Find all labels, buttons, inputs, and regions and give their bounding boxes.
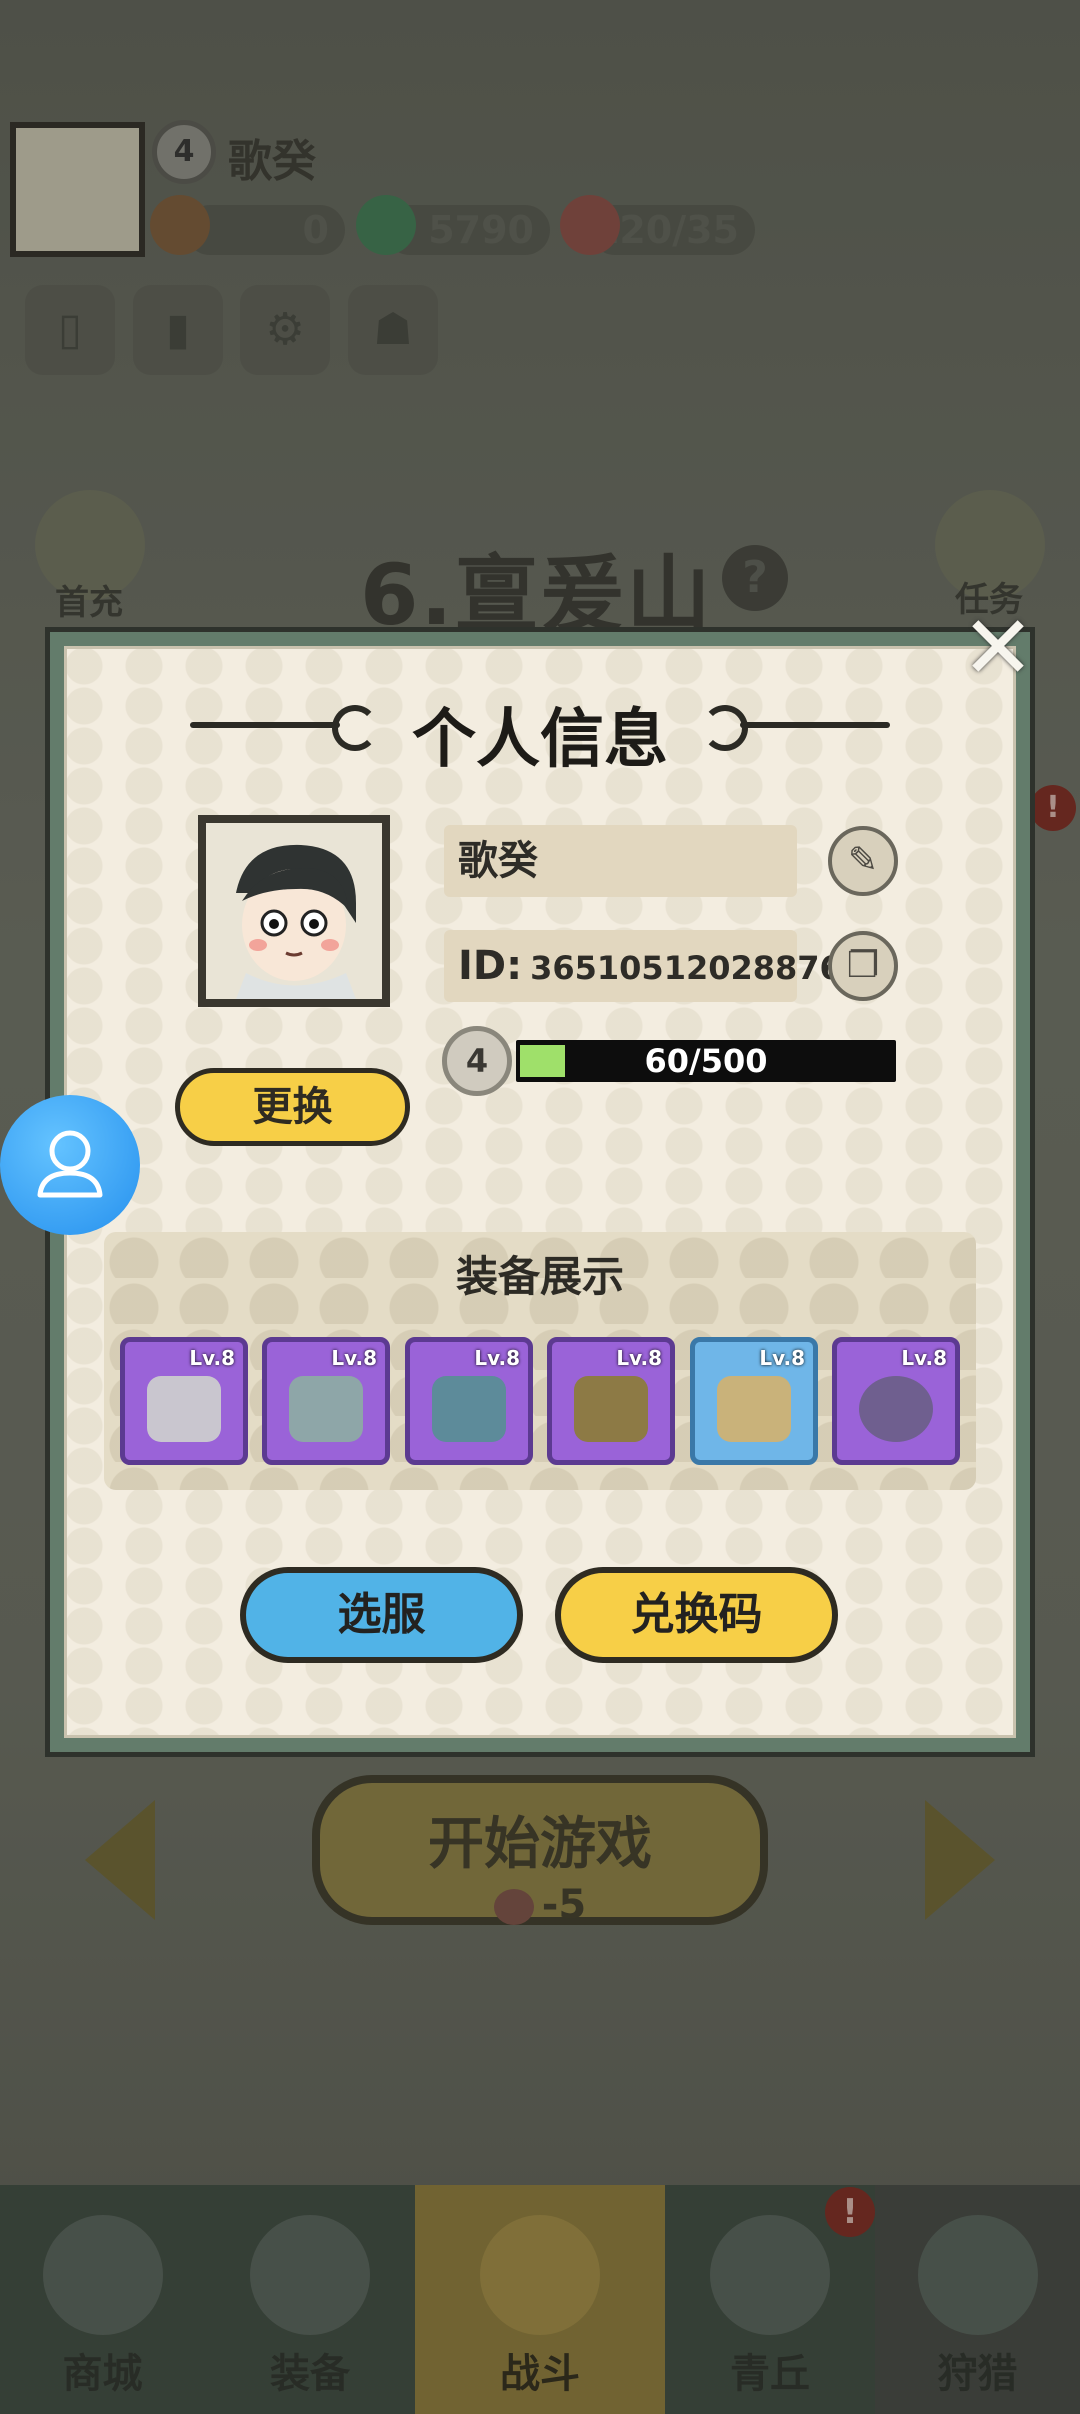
experience-text: 60/500 (644, 1042, 768, 1080)
profile-avatar (198, 815, 390, 1007)
floating-user-button[interactable] (0, 1095, 140, 1235)
close-icon[interactable]: ✕ (958, 604, 1038, 692)
profile-dialog (50, 632, 1030, 1752)
profile-level-badge: 4 (442, 1026, 512, 1096)
equipment-title: 装备展示 (455, 1252, 624, 1301)
player-id-field: ID: 365105120288769 (444, 930, 864, 1002)
equipment-slot[interactable]: Lv.8 (690, 1337, 818, 1465)
boots-icon (717, 1376, 791, 1442)
select-server-button[interactable]: 选服 (240, 1567, 523, 1663)
equipment-slot[interactable]: Lv.8 (405, 1337, 533, 1465)
equipment-slot[interactable]: Lv.8 (120, 1337, 248, 1465)
helmet-icon (289, 1376, 363, 1442)
player-name-field: 歌癸 (444, 825, 797, 897)
redeem-code-button[interactable]: 兑换码 (555, 1567, 838, 1663)
equipment-slot[interactable]: Lv.8 (262, 1337, 390, 1465)
amulet-icon (859, 1376, 933, 1442)
edit-name-icon[interactable]: ✎ (828, 826, 898, 896)
change-avatar-button[interactable]: 更换 (175, 1068, 410, 1146)
weapon-icon (147, 1376, 221, 1442)
equipment-slot[interactable]: Lv.8 (547, 1337, 675, 1465)
user-icon (37, 1130, 103, 1198)
character-portrait-icon (206, 823, 382, 999)
experience-bar: 60/500 (516, 1040, 896, 1082)
copy-id-icon[interactable]: ❐ (828, 931, 898, 1001)
dialog-title: 个人信息 (412, 703, 668, 777)
equipment-slot[interactable]: Lv.8 (832, 1337, 960, 1465)
armor-icon (432, 1376, 506, 1442)
belt-icon (574, 1376, 648, 1442)
